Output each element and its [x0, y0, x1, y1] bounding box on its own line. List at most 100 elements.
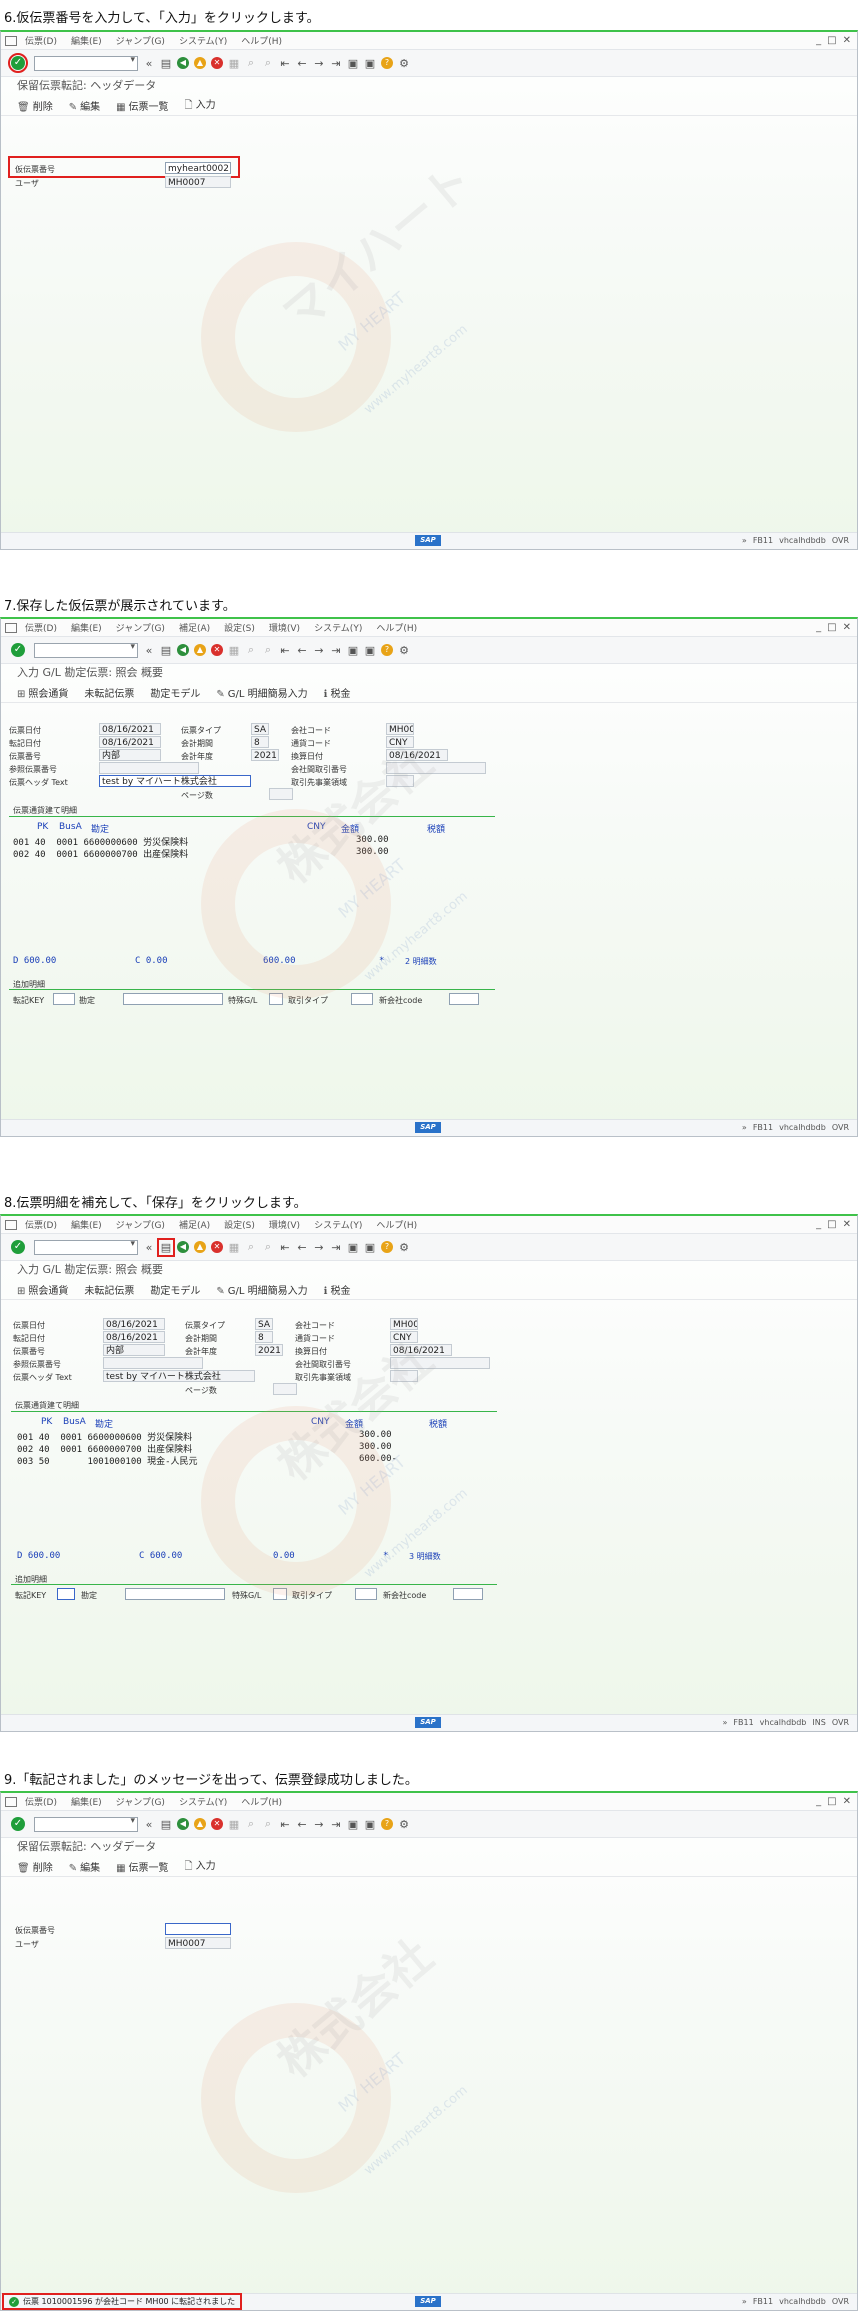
menu-item[interactable]: 編集(E): [71, 1795, 102, 1808]
user-field[interactable]: MH0007: [165, 1937, 231, 1949]
account-input[interactable]: [125, 1588, 225, 1600]
menu-item[interactable]: 設定(S): [224, 621, 255, 634]
doc-type-field[interactable]: SA: [251, 723, 269, 735]
menu-item[interactable]: 環境(V): [269, 1218, 300, 1231]
new-session-icon[interactable]: ▣: [347, 1818, 359, 1831]
menu-item[interactable]: ジャンプ(G): [116, 621, 165, 634]
tax-button[interactable]: ℹ 税金: [324, 1282, 351, 1297]
trans-date-field[interactable]: 08/16/2021: [390, 1344, 452, 1356]
menu-item[interactable]: 伝票(D): [25, 1218, 57, 1231]
posting-key-input[interactable]: [57, 1588, 75, 1600]
menu-item[interactable]: ヘルプ(H): [376, 1218, 417, 1231]
back-nav-icon[interactable]: «: [143, 644, 155, 657]
first-page-icon[interactable]: ⇤: [279, 1241, 291, 1254]
new-company-input[interactable]: [449, 993, 479, 1005]
new-session-icon[interactable]: ▣: [347, 57, 359, 70]
maximize-icon[interactable]: □: [827, 1219, 836, 1230]
special-gl-input[interactable]: [269, 993, 283, 1005]
menu-item[interactable]: 編集(E): [71, 34, 102, 47]
menu-item[interactable]: ジャンプ(G): [116, 1795, 165, 1808]
menu-item[interactable]: 編集(E): [71, 1218, 102, 1231]
exit-icon[interactable]: ▲: [194, 57, 206, 69]
menu-item[interactable]: 補足(A): [179, 621, 210, 634]
header-text-field[interactable]: test by マイハート株式会社: [103, 1370, 255, 1382]
minimize-icon[interactable]: _: [816, 622, 821, 633]
enter-button[interactable]: 🗋 入力: [185, 96, 216, 115]
fast-entry-button[interactable]: ✎ G/L 明細簡易入力: [216, 685, 307, 700]
menu-item[interactable]: 伝票(D): [25, 621, 57, 634]
delete-button[interactable]: 🗑 削除: [17, 1859, 53, 1874]
ref-field[interactable]: [99, 762, 199, 774]
last-page-icon[interactable]: ⇥: [330, 1241, 342, 1254]
edit-button[interactable]: ✎ 編集: [69, 98, 100, 113]
next-page-icon[interactable]: →: [313, 1241, 325, 1254]
enter-button[interactable]: 🗋 入力: [185, 1857, 216, 1876]
exit-icon[interactable]: ▲: [194, 644, 206, 656]
back-icon[interactable]: ◀: [177, 1818, 189, 1830]
post-date-field[interactable]: 08/16/2021: [99, 736, 161, 748]
display-currency-button[interactable]: ⊞ 照会通貨: [17, 1282, 68, 1297]
posting-key-input[interactable]: [53, 993, 75, 1005]
print-icon[interactable]: ▦: [228, 644, 240, 657]
first-page-icon[interactable]: ⇤: [279, 644, 291, 657]
first-page-icon[interactable]: ⇤: [279, 57, 291, 70]
delete-button[interactable]: 🗑 削除: [17, 98, 53, 113]
menu-item[interactable]: 編集(E): [71, 621, 102, 634]
maximize-icon[interactable]: □: [827, 622, 836, 633]
menu-item[interactable]: ヘルプ(H): [241, 1795, 282, 1808]
company-field[interactable]: MH00: [390, 1318, 418, 1330]
close-icon[interactable]: ✕: [843, 1796, 851, 1807]
command-field[interactable]: [34, 642, 138, 658]
menu-item[interactable]: 補足(A): [179, 1218, 210, 1231]
command-field[interactable]: [34, 55, 138, 71]
help-icon[interactable]: ?: [381, 644, 393, 656]
help-icon[interactable]: ?: [381, 57, 393, 69]
maximize-icon[interactable]: □: [827, 1796, 836, 1807]
acct-model-button[interactable]: 勘定モデル: [150, 1282, 200, 1297]
enter-ok-icon[interactable]: ✓: [11, 1817, 25, 1831]
fast-entry-button[interactable]: ✎ G/L 明細簡易入力: [216, 1282, 307, 1297]
trans-type-input[interactable]: [351, 993, 373, 1005]
find-next-icon[interactable]: ⌕: [262, 56, 274, 70]
first-page-icon[interactable]: ⇤: [279, 1818, 291, 1831]
save-icon[interactable]: ▤: [160, 1818, 172, 1831]
doc-no-field[interactable]: 内部: [99, 749, 161, 761]
pages-field[interactable]: [269, 788, 293, 800]
menu-item[interactable]: 環境(V): [269, 621, 300, 634]
new-session-icon[interactable]: ▣: [347, 644, 359, 657]
ref-field[interactable]: [103, 1357, 203, 1369]
account-input[interactable]: [123, 993, 223, 1005]
next-page-icon[interactable]: →: [313, 644, 325, 657]
menu-item[interactable]: 設定(S): [224, 1218, 255, 1231]
last-page-icon[interactable]: ⇥: [330, 644, 342, 657]
menu-item[interactable]: システム(Y): [314, 1218, 362, 1231]
user-field[interactable]: MH0007: [165, 176, 231, 188]
menu-icon[interactable]: [5, 1219, 17, 1230]
document-list-button[interactable]: ▦ 伝票一覧: [116, 1859, 168, 1874]
find-next-icon[interactable]: ⌕: [262, 1240, 274, 1254]
find-icon[interactable]: ⌕: [245, 1240, 257, 1254]
back-icon[interactable]: ◀: [177, 57, 189, 69]
settings-gear-icon[interactable]: ⚙: [398, 1818, 410, 1831]
table-row[interactable]: 002 40 0001 6600000700 出産保険料: [13, 847, 188, 860]
menu-item[interactable]: 伝票(D): [25, 1795, 57, 1808]
exit-icon[interactable]: ▲: [194, 1241, 206, 1253]
menu-icon[interactable]: [5, 35, 17, 46]
currency-field[interactable]: CNY: [386, 736, 414, 748]
print-icon[interactable]: ▦: [228, 1241, 240, 1254]
fy-field[interactable]: 2021: [251, 749, 279, 761]
display-currency-button[interactable]: ⊞ 照会通貨: [17, 685, 68, 700]
last-page-icon[interactable]: ⇥: [330, 57, 342, 70]
doc-date-field[interactable]: 08/16/2021: [99, 723, 161, 735]
cancel-icon[interactable]: ✕: [211, 644, 223, 656]
fy-field[interactable]: 2021: [255, 1344, 283, 1356]
tax-button[interactable]: ℹ 税金: [324, 685, 351, 700]
print-icon[interactable]: ▦: [228, 57, 240, 70]
new-session-icon[interactable]: ▣: [347, 1241, 359, 1254]
find-next-icon[interactable]: ⌕: [262, 1817, 274, 1831]
close-icon[interactable]: ✕: [843, 1219, 851, 1230]
cancel-icon[interactable]: ✕: [211, 1241, 223, 1253]
exit-icon[interactable]: ▲: [194, 1818, 206, 1830]
enter-ok-icon[interactable]: ✓: [11, 1240, 25, 1254]
help-icon[interactable]: ?: [381, 1818, 393, 1830]
